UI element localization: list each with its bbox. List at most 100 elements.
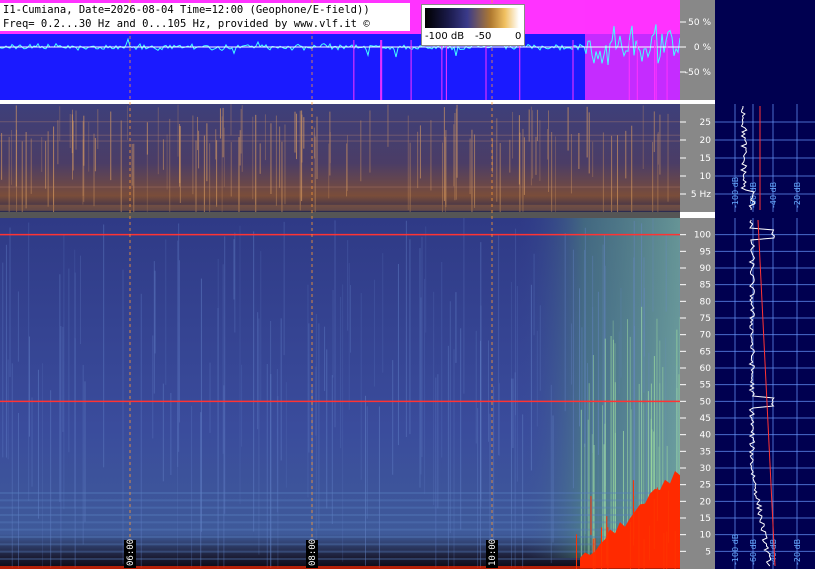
low-streak [294, 111, 296, 153]
low-streak [528, 109, 530, 142]
high-streak [162, 383, 164, 482]
low-streak [445, 130, 447, 208]
harmonic-band [0, 506, 680, 509]
high-streak [257, 312, 259, 430]
low-tick-label: 25 [700, 118, 711, 128]
high-streak [533, 253, 535, 336]
high-streak [331, 375, 333, 525]
green-streak [584, 443, 586, 568]
high-streak [334, 220, 336, 428]
spectrum-high-tick-label: -60 dB [749, 539, 758, 565]
low-streak [198, 130, 200, 169]
low-streak [539, 120, 541, 181]
high-streak [419, 248, 421, 488]
high-streak [530, 284, 532, 471]
high-streak [453, 349, 455, 568]
low-band [0, 121, 680, 123]
high-streak [234, 232, 236, 333]
legend-max: 0 [515, 31, 522, 42]
high-streak [239, 225, 241, 505]
low-streak [192, 115, 194, 195]
low-streak [407, 115, 409, 211]
low-streak [532, 110, 534, 179]
low-streak [223, 127, 225, 187]
high-streak [498, 234, 500, 456]
high-streak [270, 374, 272, 568]
high-streak [349, 285, 351, 353]
harmonic-band [0, 514, 680, 516]
low-streak [53, 126, 55, 212]
waveform-burst [585, 0, 680, 100]
high-streak [224, 236, 226, 514]
harmonic-band [0, 550, 680, 553]
low-streak [453, 124, 455, 187]
low-floor-band [0, 204, 680, 211]
low-streak [617, 135, 619, 212]
high-streak [170, 392, 172, 475]
high-streak [258, 318, 260, 555]
low-streak [94, 137, 96, 172]
low-streak [21, 141, 23, 212]
high-tick-label: 45 [700, 414, 711, 424]
low-streak [496, 118, 498, 202]
high-tick-label: 65 [700, 347, 711, 357]
high-streak [382, 253, 384, 373]
low-band [0, 186, 680, 188]
low-streak [206, 123, 208, 182]
legend-mid: -50 [475, 31, 492, 42]
high-streak [618, 331, 620, 394]
high-tick-label: 40 [700, 431, 712, 441]
high-tick-label: 90 [700, 264, 712, 274]
low-streak [611, 135, 613, 212]
red-streak [643, 539, 645, 573]
high-streak [449, 301, 451, 534]
high-streak [512, 378, 514, 448]
high-streak [241, 364, 243, 447]
spectrum-low-tick-label: -100 dB [731, 177, 740, 208]
high-streak [366, 406, 368, 519]
high-streak [480, 305, 482, 508]
low-streak [419, 125, 421, 179]
high-streak [332, 289, 334, 378]
low-streak [523, 137, 525, 195]
low-streak [417, 131, 419, 189]
low-streak [230, 104, 232, 136]
red-streak [601, 527, 603, 573]
high-streak [475, 330, 477, 444]
high-streak [597, 291, 599, 455]
red-streak [663, 532, 665, 573]
low-streak [346, 143, 348, 197]
low-streak [57, 120, 59, 165]
spectrum-high-tick-label: -20 dB [793, 539, 802, 565]
low-streak [230, 142, 232, 197]
high-streak [37, 369, 39, 519]
red-streak [633, 508, 635, 540]
low-streak [586, 106, 588, 158]
header-frequency: Freq= 0.2...30 Hz and 0...105 Hz, provid… [0, 17, 410, 31]
red-streak [594, 538, 596, 573]
high-streak [634, 325, 636, 496]
high-tick-label: 80 [700, 297, 712, 307]
high-streak [209, 362, 211, 433]
low-streak [299, 110, 301, 211]
high-streak [74, 249, 76, 509]
low-streak [499, 142, 501, 212]
high-streak [285, 382, 287, 488]
red-streak [575, 534, 577, 571]
high-streak [435, 377, 437, 568]
low-streak [93, 133, 95, 207]
low-streak [215, 129, 217, 160]
high-streak [342, 284, 344, 562]
high-streak [153, 261, 155, 394]
red-streak [607, 527, 609, 573]
spectrum-low-tick-label: -40 dB [769, 182, 778, 208]
high-streak [340, 296, 342, 449]
high-streak [578, 288, 580, 427]
high-tick-label: 100 [694, 231, 711, 241]
harmonic-band [0, 543, 680, 546]
high-streak [620, 287, 622, 378]
low-streak [530, 106, 532, 186]
low-streak [548, 110, 550, 193]
low-streak [281, 141, 283, 212]
chart-canvas: 50 % 0 % -50 % 25 20 15 10 5 Hz 06:00 08:00 10:0… [0, 0, 815, 573]
